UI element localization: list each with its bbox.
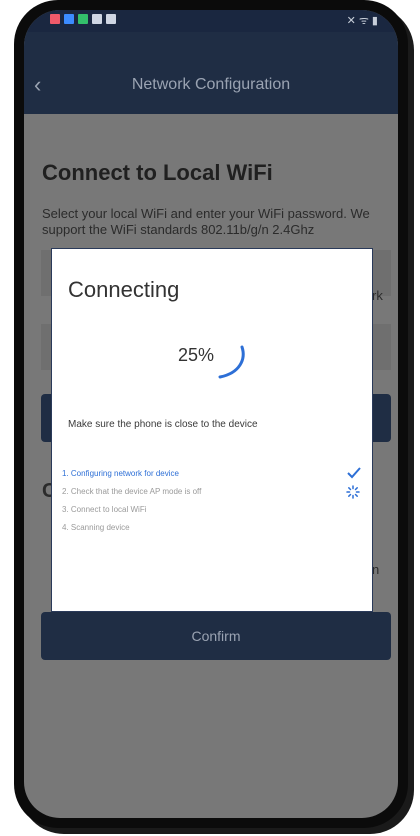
check-icon xyxy=(347,467,361,479)
dialog-title: Connecting xyxy=(68,277,180,302)
notification-icon xyxy=(64,14,74,24)
dialog-hint: Make sure the phone is close to the devi… xyxy=(68,419,258,430)
notification-icon xyxy=(78,14,88,24)
status-icons-right: ✕ ᯤ ▮ xyxy=(346,15,378,27)
section-description: Select your local WiFi and enter your Wi… xyxy=(42,206,370,237)
progress-indicator: 25% xyxy=(178,337,258,397)
step-label: 2. Check that the device AP mode is off xyxy=(62,487,202,496)
loading-spinner-icon xyxy=(346,485,360,499)
confirm-button[interactable]: Confirm xyxy=(41,612,391,660)
step-item: 3. Connect to local WiFi xyxy=(62,503,362,521)
partial-text-right: n xyxy=(372,562,380,577)
status-bar: ✕ ᯤ ▮ xyxy=(24,10,398,32)
step-list: 1. Configuring network for device 2. Che… xyxy=(62,467,362,539)
status-icons-left xyxy=(50,14,116,24)
step-item: 4. Scanning device xyxy=(62,521,362,539)
notification-icon xyxy=(92,14,102,24)
phone-screen: ✕ ᯤ ▮ ‹ Network Configuration Connect to… xyxy=(24,10,398,818)
partial-link-text: rk xyxy=(372,288,383,303)
notification-icon xyxy=(50,14,60,24)
step-item: 1. Configuring network for device xyxy=(62,467,362,485)
nav-bar: ‹ Network Configuration xyxy=(24,32,398,114)
section-title: Connect to Local WiFi xyxy=(42,160,273,185)
connecting-dialog: Connecting 25% Make sure the phone is cl… xyxy=(51,248,373,612)
step-label: 3. Connect to local WiFi xyxy=(62,505,147,514)
notification-icon xyxy=(106,14,116,24)
progress-label: 25% xyxy=(178,345,215,365)
step-item: 2. Check that the device AP mode is off xyxy=(62,485,362,503)
step-label: 1. Configuring network for device xyxy=(62,469,179,478)
progress-arc-icon xyxy=(218,345,245,379)
page-title: Network Configuration xyxy=(131,76,291,93)
step-label: 4. Scanning device xyxy=(62,523,130,532)
